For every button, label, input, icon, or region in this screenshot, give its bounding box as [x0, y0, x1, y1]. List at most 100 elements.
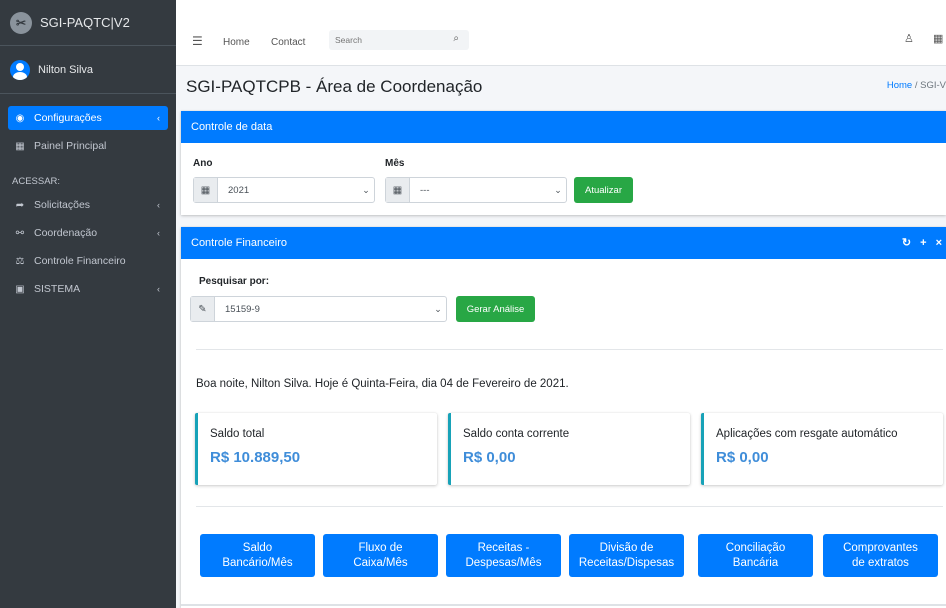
sidebar-item-coordenacao[interactable]: ⚯ Coordenação ‹	[8, 221, 168, 245]
card-title: Controle Financeiro	[191, 237, 287, 249]
receitas-despesas-button[interactable]: Receitas - Despesas/Mês	[446, 534, 561, 577]
generate-analysis-button[interactable]: Gerar Análise	[456, 296, 535, 322]
close-icon[interactable]: ×	[936, 237, 944, 249]
breadcrumb-current: SGI-V	[920, 80, 946, 91]
chevron-down-icon: ⌄	[554, 184, 562, 195]
button-line: Conciliação	[725, 541, 786, 554]
info-box-label: Saldo conta corrente	[463, 428, 570, 440]
greeting-text: Boa noite, Nilton Silva. Hoje é Quinta-F…	[196, 378, 569, 390]
button-line: Divisão de	[599, 541, 654, 554]
button-line: Fluxo de	[358, 541, 403, 554]
year-select-value: 2021	[228, 184, 250, 196]
month-select[interactable]: ▦ --- ⌄	[385, 177, 567, 203]
saldo-bancario-button[interactable]: Saldo Bancário/Mês	[200, 534, 315, 577]
chevron-left-icon: ‹	[157, 113, 160, 123]
sidebar-item-label: Coordenação	[34, 227, 98, 239]
user-icon[interactable]: ♙	[904, 32, 914, 45]
sidebar-item-label: Configurações	[34, 112, 102, 124]
sidebar: ✂ SGI-PAQTC|V2 Nilton Silva ◉ Configuraç…	[0, 0, 176, 608]
breadcrumb-separator: /	[912, 80, 921, 91]
sidebar-item-label: SISTEMA	[34, 283, 81, 295]
card-title: Controle de data	[191, 121, 273, 133]
sidebar-item-painel-principal[interactable]: ▦ Painel Principal	[8, 134, 168, 158]
calendar-icon: ▦	[194, 178, 218, 202]
search-input[interactable]	[329, 30, 439, 50]
button-line: de extratos	[852, 556, 909, 569]
info-box-saldo-conta-corrente: Saldo conta corrente R$ 0,00	[448, 413, 690, 485]
comprovantes-extratos-button[interactable]: Comprovantes de extratos	[823, 534, 938, 577]
finance-control-card-header: Controle Financeiro ↻ + ×	[181, 227, 946, 259]
tachometer-icon: ◉	[15, 112, 25, 124]
user-panel[interactable]: Nilton Silva	[0, 46, 176, 94]
info-box-value: R$ 0,00	[463, 449, 516, 466]
search-icon[interactable]: ⌕	[453, 33, 459, 44]
year-select[interactable]: ▦ 2021 ⌄	[193, 177, 375, 203]
sitemap-icon: ⚯	[15, 227, 25, 239]
footer-divider	[181, 604, 946, 606]
apps-grid-icon[interactable]: ▦	[933, 32, 943, 45]
calendar-icon: ▦	[386, 178, 410, 202]
month-label: Mês	[385, 158, 405, 169]
refresh-icon[interactable]: ↻	[902, 237, 913, 249]
grid-icon: ▦	[15, 140, 25, 152]
search-by-label: Pesquisar por:	[199, 276, 270, 287]
search-box: ⌕	[329, 30, 469, 50]
month-select-value: ---	[420, 184, 430, 196]
share-icon: ➦	[15, 199, 25, 211]
chevron-down-icon: ⌄	[434, 303, 442, 314]
divider	[196, 349, 943, 350]
button-line: Caixa/Mês	[353, 556, 408, 569]
info-box-value: R$ 10.889,50	[210, 449, 301, 466]
chevron-down-icon: ⌄	[362, 184, 370, 195]
sidebar-item-label: Solicitações	[34, 199, 91, 211]
info-box-aplicacoes: Aplicações com resgate automático R$ 0,0…	[701, 413, 943, 485]
balance-scale-icon: ⚖	[15, 255, 25, 267]
sidebar-item-label: Painel Principal	[34, 140, 107, 152]
chevron-left-icon: ‹	[157, 200, 160, 210]
user-name: Nilton Silva	[38, 63, 94, 76]
button-line: Bancário/Mês	[222, 556, 293, 569]
info-box-value: R$ 0,00	[716, 449, 769, 466]
page-title: SGI-PAQTCPB - Área de Coordenação	[186, 77, 483, 96]
nav-contact-link[interactable]: Contact	[271, 37, 305, 48]
brand-link[interactable]: ✂ SGI-PAQTC|V2	[0, 0, 176, 46]
conciliacao-bancaria-button[interactable]: Conciliação Bancária	[698, 534, 813, 577]
year-label: Ano	[193, 158, 213, 169]
button-line: Receitas -	[477, 541, 530, 554]
sidebar-section-header: ACESSAR:	[12, 176, 61, 187]
button-line: Bancária	[732, 556, 779, 569]
edit-icon: ✎	[191, 297, 215, 321]
info-box-label: Aplicações com resgate automático	[716, 428, 898, 440]
chevron-left-icon: ‹	[157, 284, 160, 294]
nav-home-link[interactable]: Home	[223, 37, 250, 48]
breadcrumb-home-link[interactable]: Home	[887, 80, 912, 91]
sidebar-item-sistema[interactable]: ▣ SISTEMA ‹	[8, 277, 168, 301]
brand-logo-icon: ✂	[10, 11, 32, 34]
chevron-left-icon: ‹	[157, 228, 160, 238]
user-avatar-icon	[10, 59, 30, 80]
info-box-saldo-total: Saldo total R$ 10.889,50	[195, 413, 437, 485]
sidebar-item-controle-financeiro[interactable]: ⚖ Controle Financeiro	[8, 249, 168, 273]
update-button[interactable]: Atualizar	[574, 177, 633, 203]
hamburger-menu-icon[interactable]: ☰	[192, 34, 203, 48]
sidebar-item-label: Controle Financeiro	[34, 255, 126, 267]
briefcase-icon: ▣	[15, 283, 25, 295]
divisao-receitas-button[interactable]: Divisão de Receitas/Dispesas	[569, 534, 684, 577]
top-navbar: ☰ Home Contact ⌕ ♙ ▦	[176, 0, 946, 66]
sidebar-item-solicitacoes[interactable]: ➦ Solicitações ‹	[8, 193, 168, 217]
account-select-value: 15159-9	[225, 303, 260, 315]
divider	[196, 506, 943, 507]
button-line: Receitas/Dispesas	[578, 556, 675, 569]
account-select[interactable]: ✎ 15159-9 ⌄	[190, 296, 447, 322]
button-line: Comprovantes	[843, 541, 918, 554]
info-box-label: Saldo total	[210, 428, 265, 440]
card-tools: ↻ + ×	[895, 236, 944, 249]
brand-name: SGI-PAQTC|V2	[40, 15, 130, 30]
sidebar-item-configuracoes[interactable]: ◉ Configurações ‹	[8, 106, 168, 130]
button-line: Saldo	[242, 541, 273, 554]
breadcrumb: Home / SGI-V	[887, 80, 946, 91]
plus-icon[interactable]: +	[920, 237, 928, 249]
sidebar-nav: ◉ Configurações ‹ ▦ Painel Principal ACE…	[0, 94, 176, 301]
fluxo-caixa-button[interactable]: Fluxo de Caixa/Mês	[323, 534, 438, 577]
button-line: Despesas/Mês	[465, 556, 542, 569]
